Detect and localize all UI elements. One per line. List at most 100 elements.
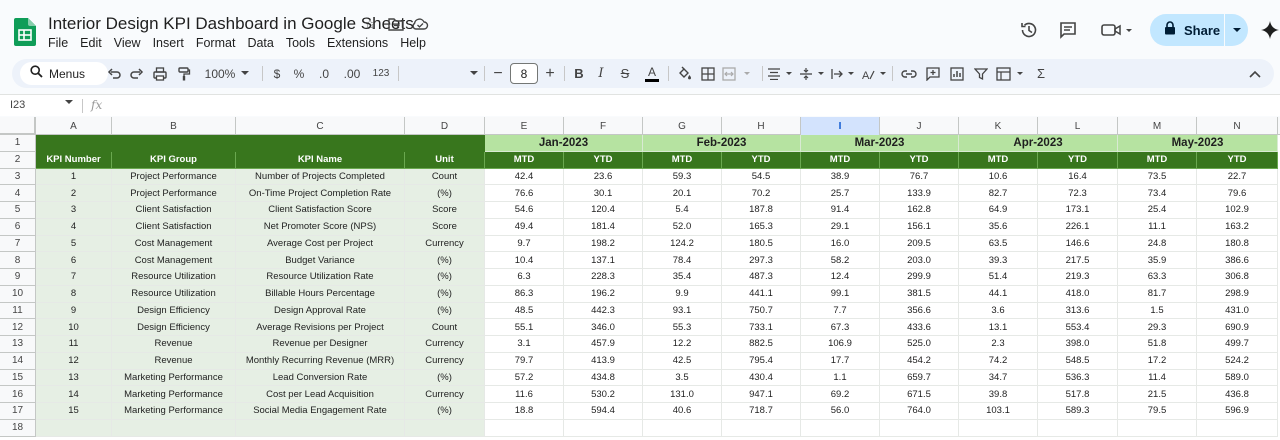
row-header-15[interactable]: 15 (0, 369, 36, 387)
column-header-l[interactable]: L (1038, 117, 1118, 135)
ytd-value-cell[interactable]: 454.2 (880, 352, 959, 370)
kpi-number-cell[interactable]: 3 (36, 202, 112, 219)
ytd-value-cell[interactable]: 137.1 (564, 252, 643, 269)
menu-tools[interactable]: Tools (280, 34, 321, 52)
ytd-value-cell[interactable]: 381.5 (880, 285, 959, 303)
mtd-value-cell[interactable]: 73.4 (1118, 185, 1197, 202)
mtd-value-cell[interactable]: 35.9 (1118, 252, 1197, 269)
ytd-value-cell[interactable]: 530.2 (564, 386, 643, 403)
ytd-value-cell[interactable]: 671.5 (880, 386, 959, 403)
text-rotation-icon[interactable]: A (860, 62, 890, 85)
mtd-value-cell[interactable]: 34.7 (959, 369, 1038, 387)
ytd-value-cell[interactable]: 413.9 (564, 352, 643, 370)
mtd-value-cell[interactable]: 52.0 (643, 218, 722, 236)
mtd-value-cell[interactable]: 54.6 (485, 202, 564, 219)
row-header-9[interactable]: 9 (0, 269, 36, 286)
empty-cell[interactable] (564, 419, 643, 437)
mtd-value-cell[interactable]: 3.1 (485, 336, 564, 353)
ytd-value-cell[interactable]: 217.5 (1038, 252, 1118, 269)
mtd-value-cell[interactable]: 1.5 (1118, 302, 1197, 320)
mtd-value-cell[interactable]: 48.5 (485, 302, 564, 320)
mtd-value-cell[interactable]: 44.1 (959, 285, 1038, 303)
ytd-value-cell[interactable]: 79.6 (1197, 185, 1278, 202)
ytd-value-cell[interactable]: 102.9 (1197, 202, 1278, 219)
mtd-header-cell[interactable]: MTD (1118, 151, 1197, 169)
column-header-h[interactable]: H (722, 117, 801, 135)
percent-format-button[interactable]: % (290, 62, 308, 85)
ytd-value-cell[interactable]: 525.0 (880, 336, 959, 353)
kpi-unit-cell[interactable]: (%) (405, 369, 485, 387)
mtd-value-cell[interactable]: 10.4 (485, 252, 564, 269)
ytd-value-cell[interactable]: 795.4 (722, 352, 801, 370)
kpi-name-cell[interactable]: Cost per Lead Acquisition (236, 386, 405, 403)
ytd-value-cell[interactable]: 181.4 (564, 218, 643, 236)
mtd-value-cell[interactable]: 99.1 (801, 285, 880, 303)
kpi-group-cell[interactable]: Resource Utilization (112, 285, 236, 303)
kpi-group-cell[interactable]: Marketing Performance (112, 403, 236, 420)
kpi-name-cell[interactable]: Monthly Recurring Revenue (MRR) (236, 352, 405, 370)
mtd-value-cell[interactable]: 42.5 (643, 352, 722, 370)
kpi-name-cell[interactable]: Average Cost per Project (236, 235, 405, 253)
row-header-18[interactable]: 18 (0, 419, 36, 437)
italic-icon[interactable]: I (592, 62, 610, 85)
ytd-value-cell[interactable]: 434.8 (564, 369, 643, 387)
mtd-value-cell[interactable]: 106.9 (801, 336, 880, 353)
mtd-value-cell[interactable]: 10.6 (959, 168, 1038, 186)
mtd-value-cell[interactable]: 24.8 (1118, 235, 1197, 253)
ytd-value-cell[interactable]: 548.5 (1038, 352, 1118, 370)
ytd-value-cell[interactable]: 299.9 (880, 269, 959, 286)
kpi-number-cell[interactable]: 14 (36, 386, 112, 403)
column-header-j[interactable]: J (880, 117, 959, 135)
mtd-value-cell[interactable]: 81.7 (1118, 285, 1197, 303)
kpi-group-cell[interactable]: Resource Utilization (112, 269, 236, 286)
column-header-a[interactable]: A (36, 117, 112, 135)
ytd-value-cell[interactable]: 750.7 (722, 302, 801, 320)
row-header-12[interactable]: 12 (0, 319, 36, 336)
ytd-value-cell[interactable]: 203.0 (880, 252, 959, 269)
ytd-value-cell[interactable]: 313.6 (1038, 302, 1118, 320)
mtd-value-cell[interactable]: 17.2 (1118, 352, 1197, 370)
mtd-value-cell[interactable]: 35.4 (643, 269, 722, 286)
empty-cell[interactable] (405, 419, 485, 437)
month-header-cell[interactable]: Jan-2023 (485, 135, 643, 152)
ytd-value-cell[interactable]: 298.9 (1197, 285, 1278, 303)
zoom-select[interactable]: 100% (202, 62, 252, 85)
ytd-value-cell[interactable]: 162.8 (880, 202, 959, 219)
kpi-number-cell[interactable]: 6 (36, 252, 112, 269)
kpi-group-cell[interactable]: Project Performance (112, 185, 236, 202)
kpi-number-cell[interactable]: 8 (36, 285, 112, 303)
kpi-unit-cell[interactable]: (%) (405, 403, 485, 420)
mtd-value-cell[interactable]: 69.2 (801, 386, 880, 403)
ytd-value-cell[interactable]: 120.4 (564, 202, 643, 219)
mtd-value-cell[interactable]: 1.1 (801, 369, 880, 387)
mtd-value-cell[interactable]: 9.9 (643, 285, 722, 303)
ytd-value-cell[interactable]: 70.2 (722, 185, 801, 202)
mtd-value-cell[interactable]: 79.7 (485, 352, 564, 370)
menus-search-button[interactable]: Menus (20, 62, 108, 85)
kpi-number-cell[interactable]: 2 (36, 185, 112, 202)
borders-icon[interactable] (698, 62, 718, 85)
empty-cell[interactable] (112, 419, 236, 437)
menu-edit[interactable]: Edit (74, 34, 108, 52)
kpi-header-cell[interactable]: KPI Name (236, 151, 405, 169)
mtd-value-cell[interactable]: 124.2 (643, 235, 722, 253)
mtd-value-cell[interactable]: 17.7 (801, 352, 880, 370)
kpi-group-cell[interactable]: Client Satisfaction (112, 218, 236, 236)
mtd-value-cell[interactable]: 11.6 (485, 386, 564, 403)
ytd-value-cell[interactable]: 180.5 (722, 235, 801, 253)
comments-icon[interactable] (1056, 18, 1080, 42)
star-icon[interactable]: ☆ (360, 14, 380, 34)
mtd-header-cell[interactable]: MTD (959, 151, 1038, 169)
text-wrapping-icon[interactable] (830, 62, 858, 85)
mtd-value-cell[interactable]: 11.4 (1118, 369, 1197, 387)
undo-icon[interactable] (104, 62, 124, 85)
mtd-value-cell[interactable]: 57.2 (485, 369, 564, 387)
mtd-value-cell[interactable]: 18.8 (485, 403, 564, 420)
mtd-value-cell[interactable]: 25.7 (801, 185, 880, 202)
column-header-e[interactable]: E (485, 117, 564, 135)
row-header-5[interactable]: 5 (0, 202, 36, 219)
ytd-header-cell[interactable]: YTD (1197, 151, 1278, 169)
kpi-group-cell[interactable]: Cost Management (112, 235, 236, 253)
ytd-value-cell[interactable]: 690.9 (1197, 319, 1278, 336)
mtd-value-cell[interactable]: 12.4 (801, 269, 880, 286)
